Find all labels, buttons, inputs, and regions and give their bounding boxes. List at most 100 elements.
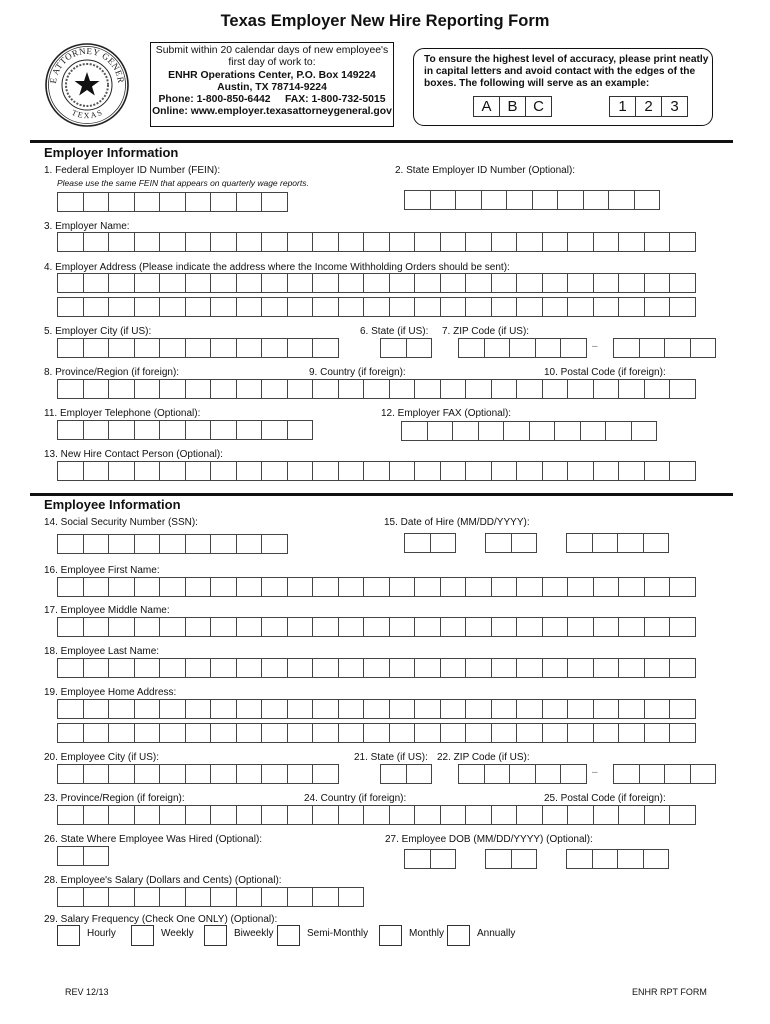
first-name-input[interactable] — [57, 577, 696, 597]
character-box[interactable] — [337, 887, 364, 907]
character-box[interactable] — [261, 887, 288, 907]
character-box[interactable] — [669, 723, 696, 743]
state-employer-id-input[interactable] — [404, 190, 660, 210]
character-box[interactable] — [57, 192, 84, 212]
character-box[interactable] — [82, 805, 109, 825]
character-box[interactable] — [567, 617, 594, 637]
character-box[interactable] — [642, 849, 669, 869]
character-box[interactable] — [184, 805, 211, 825]
character-box[interactable] — [541, 658, 568, 678]
character-box[interactable] — [388, 617, 415, 637]
character-box[interactable] — [57, 577, 84, 597]
character-box[interactable] — [108, 338, 135, 358]
character-box[interactable] — [261, 617, 288, 637]
character-box[interactable] — [133, 617, 160, 637]
character-box[interactable] — [388, 699, 415, 719]
employer-fax-input[interactable] — [401, 421, 657, 441]
character-box[interactable] — [82, 192, 109, 212]
character-box[interactable] — [380, 338, 407, 358]
character-box[interactable] — [235, 577, 262, 597]
character-box[interactable] — [337, 617, 364, 637]
frequency-checkbox-annually[interactable] — [447, 925, 470, 946]
character-box[interactable] — [405, 764, 432, 784]
character-box[interactable] — [108, 273, 135, 293]
character-box[interactable] — [184, 338, 211, 358]
character-box[interactable] — [458, 764, 485, 784]
character-box[interactable] — [388, 723, 415, 743]
character-box[interactable] — [159, 297, 186, 317]
character-box[interactable] — [133, 420, 160, 440]
character-box[interactable] — [414, 273, 441, 293]
character-box[interactable] — [235, 658, 262, 678]
character-box[interactable] — [490, 617, 517, 637]
character-box[interactable] — [312, 232, 339, 252]
character-box[interactable] — [159, 887, 186, 907]
character-box[interactable] — [465, 379, 492, 399]
character-box[interactable] — [363, 232, 390, 252]
character-box[interactable] — [133, 887, 160, 907]
character-box[interactable] — [414, 658, 441, 678]
character-box[interactable] — [541, 805, 568, 825]
character-box[interactable] — [638, 764, 665, 784]
character-box[interactable] — [108, 461, 135, 481]
character-box[interactable] — [617, 849, 644, 869]
employer-zip-input[interactable] — [458, 338, 587, 358]
character-box[interactable] — [133, 534, 160, 554]
character-box[interactable] — [286, 379, 313, 399]
frequency-checkbox-monthly[interactable] — [379, 925, 402, 946]
character-box[interactable] — [388, 461, 415, 481]
character-box[interactable] — [57, 420, 84, 440]
character-box[interactable] — [133, 764, 160, 784]
character-box[interactable] — [159, 723, 186, 743]
character-box[interactable] — [108, 699, 135, 719]
character-box[interactable] — [465, 297, 492, 317]
character-box[interactable] — [210, 338, 237, 358]
character-box[interactable] — [531, 190, 558, 210]
character-box[interactable] — [57, 297, 84, 317]
character-box[interactable] — [312, 658, 339, 678]
ssn-input[interactable] — [57, 534, 288, 554]
character-box[interactable] — [133, 273, 160, 293]
character-box[interactable] — [689, 764, 716, 784]
character-box[interactable] — [82, 617, 109, 637]
character-box[interactable] — [480, 190, 507, 210]
character-box[interactable] — [426, 421, 453, 441]
character-box[interactable] — [159, 577, 186, 597]
character-box[interactable] — [210, 617, 237, 637]
character-box[interactable] — [159, 658, 186, 678]
character-box[interactable] — [184, 273, 211, 293]
character-box[interactable] — [108, 420, 135, 440]
character-box[interactable] — [414, 577, 441, 597]
character-box[interactable] — [643, 658, 670, 678]
character-box[interactable] — [261, 577, 288, 597]
character-box[interactable] — [455, 190, 482, 210]
employer-telephone-input[interactable] — [57, 420, 313, 440]
character-box[interactable] — [261, 764, 288, 784]
character-box[interactable] — [490, 658, 517, 678]
character-box[interactable] — [235, 617, 262, 637]
character-box[interactable] — [184, 723, 211, 743]
character-box[interactable] — [337, 297, 364, 317]
character-box[interactable] — [439, 805, 466, 825]
character-box[interactable] — [210, 887, 237, 907]
character-box[interactable] — [210, 273, 237, 293]
character-box[interactable] — [534, 764, 561, 784]
hire-date-year-input[interactable] — [566, 533, 669, 553]
character-box[interactable] — [516, 273, 543, 293]
character-box[interactable] — [235, 273, 262, 293]
character-box[interactable] — [541, 699, 568, 719]
character-box[interactable] — [618, 658, 645, 678]
character-box[interactable] — [210, 534, 237, 554]
character-box[interactable] — [592, 461, 619, 481]
character-box[interactable] — [618, 723, 645, 743]
character-box[interactable] — [669, 699, 696, 719]
character-box[interactable] — [414, 699, 441, 719]
character-box[interactable] — [337, 723, 364, 743]
character-box[interactable] — [337, 379, 364, 399]
character-box[interactable] — [643, 379, 670, 399]
character-box[interactable] — [414, 461, 441, 481]
character-box[interactable] — [235, 297, 262, 317]
character-box[interactable] — [404, 533, 431, 553]
hire-date-month-input[interactable] — [404, 533, 456, 553]
character-box[interactable] — [312, 617, 339, 637]
